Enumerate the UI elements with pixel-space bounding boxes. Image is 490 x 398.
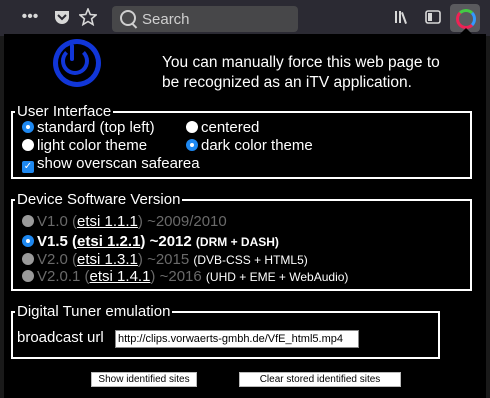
power-icon[interactable] [53, 39, 101, 87]
bookmark-star-icon[interactable] [78, 6, 98, 32]
radio-checked[interactable] [186, 139, 198, 151]
version-row[interactable]: V1.5 (etsi 1.2.1) ~2012 (DRM + DASH) [22, 233, 279, 250]
user-interface-legend: User Interface [17, 103, 112, 120]
version-row[interactable]: V1.0 (etsi 1.1.1) ~2009/2010 [22, 213, 227, 230]
ui-option-standard[interactable]: standard (top left) [22, 119, 155, 136]
ui-option-centered[interactable]: centered [186, 119, 259, 136]
search-placeholder: Search [142, 11, 190, 28]
etsi-link[interactable]: etsi 1.3.1 [77, 251, 138, 268]
intro-text: You can manually force this web page to … [162, 54, 440, 91]
ui-option-light[interactable]: light color theme [22, 137, 147, 154]
broadcast-url-label: broadcast url [17, 329, 104, 346]
etsi-link[interactable]: etsi 1.1.1 [77, 213, 138, 230]
radio-disabled[interactable] [22, 253, 34, 265]
digital-tuner-legend: Digital Tuner emulation [17, 303, 171, 320]
radio-disabled[interactable] [22, 270, 34, 282]
radio-disabled[interactable] [22, 215, 34, 227]
radio-unchecked[interactable] [22, 139, 34, 151]
ui-option-overscan[interactable]: ✓ show overscan safearea [22, 155, 200, 173]
radio-unchecked[interactable] [186, 121, 198, 133]
show-identified-sites-button[interactable]: Show identified sites [91, 372, 197, 387]
more-actions-icon[interactable]: ••• [19, 7, 41, 27]
pocket-icon[interactable] [52, 8, 72, 32]
broadcast-url-input[interactable] [115, 330, 359, 348]
etsi-link[interactable]: etsi 1.4.1 [90, 268, 151, 285]
browser-toolbar: ••• Search [0, 0, 490, 36]
clear-stored-sites-button[interactable]: Clear stored identified sites [239, 372, 401, 387]
version-row[interactable]: V2.0.1 (etsi 1.4.1) ~2016 (UHD + EME + W… [22, 268, 348, 285]
library-icon[interactable] [392, 8, 412, 32]
radio-checked[interactable] [22, 121, 34, 133]
search-icon [120, 10, 136, 26]
checkbox-checked[interactable]: ✓ [22, 161, 34, 173]
device-software-legend: Device Software Version [17, 191, 181, 208]
search-bar[interactable]: Search [112, 6, 298, 32]
sidebar-icon[interactable] [423, 8, 443, 32]
ui-option-dark[interactable]: dark color theme [186, 137, 313, 154]
version-row[interactable]: V2.0 (etsi 1.3.1) ~2015 (DVB-CSS + HTML5… [22, 251, 308, 268]
itv-extension-icon [456, 9, 476, 29]
radio-checked[interactable] [22, 235, 34, 247]
etsi-link[interactable]: etsi 1.2.1 [77, 233, 140, 250]
